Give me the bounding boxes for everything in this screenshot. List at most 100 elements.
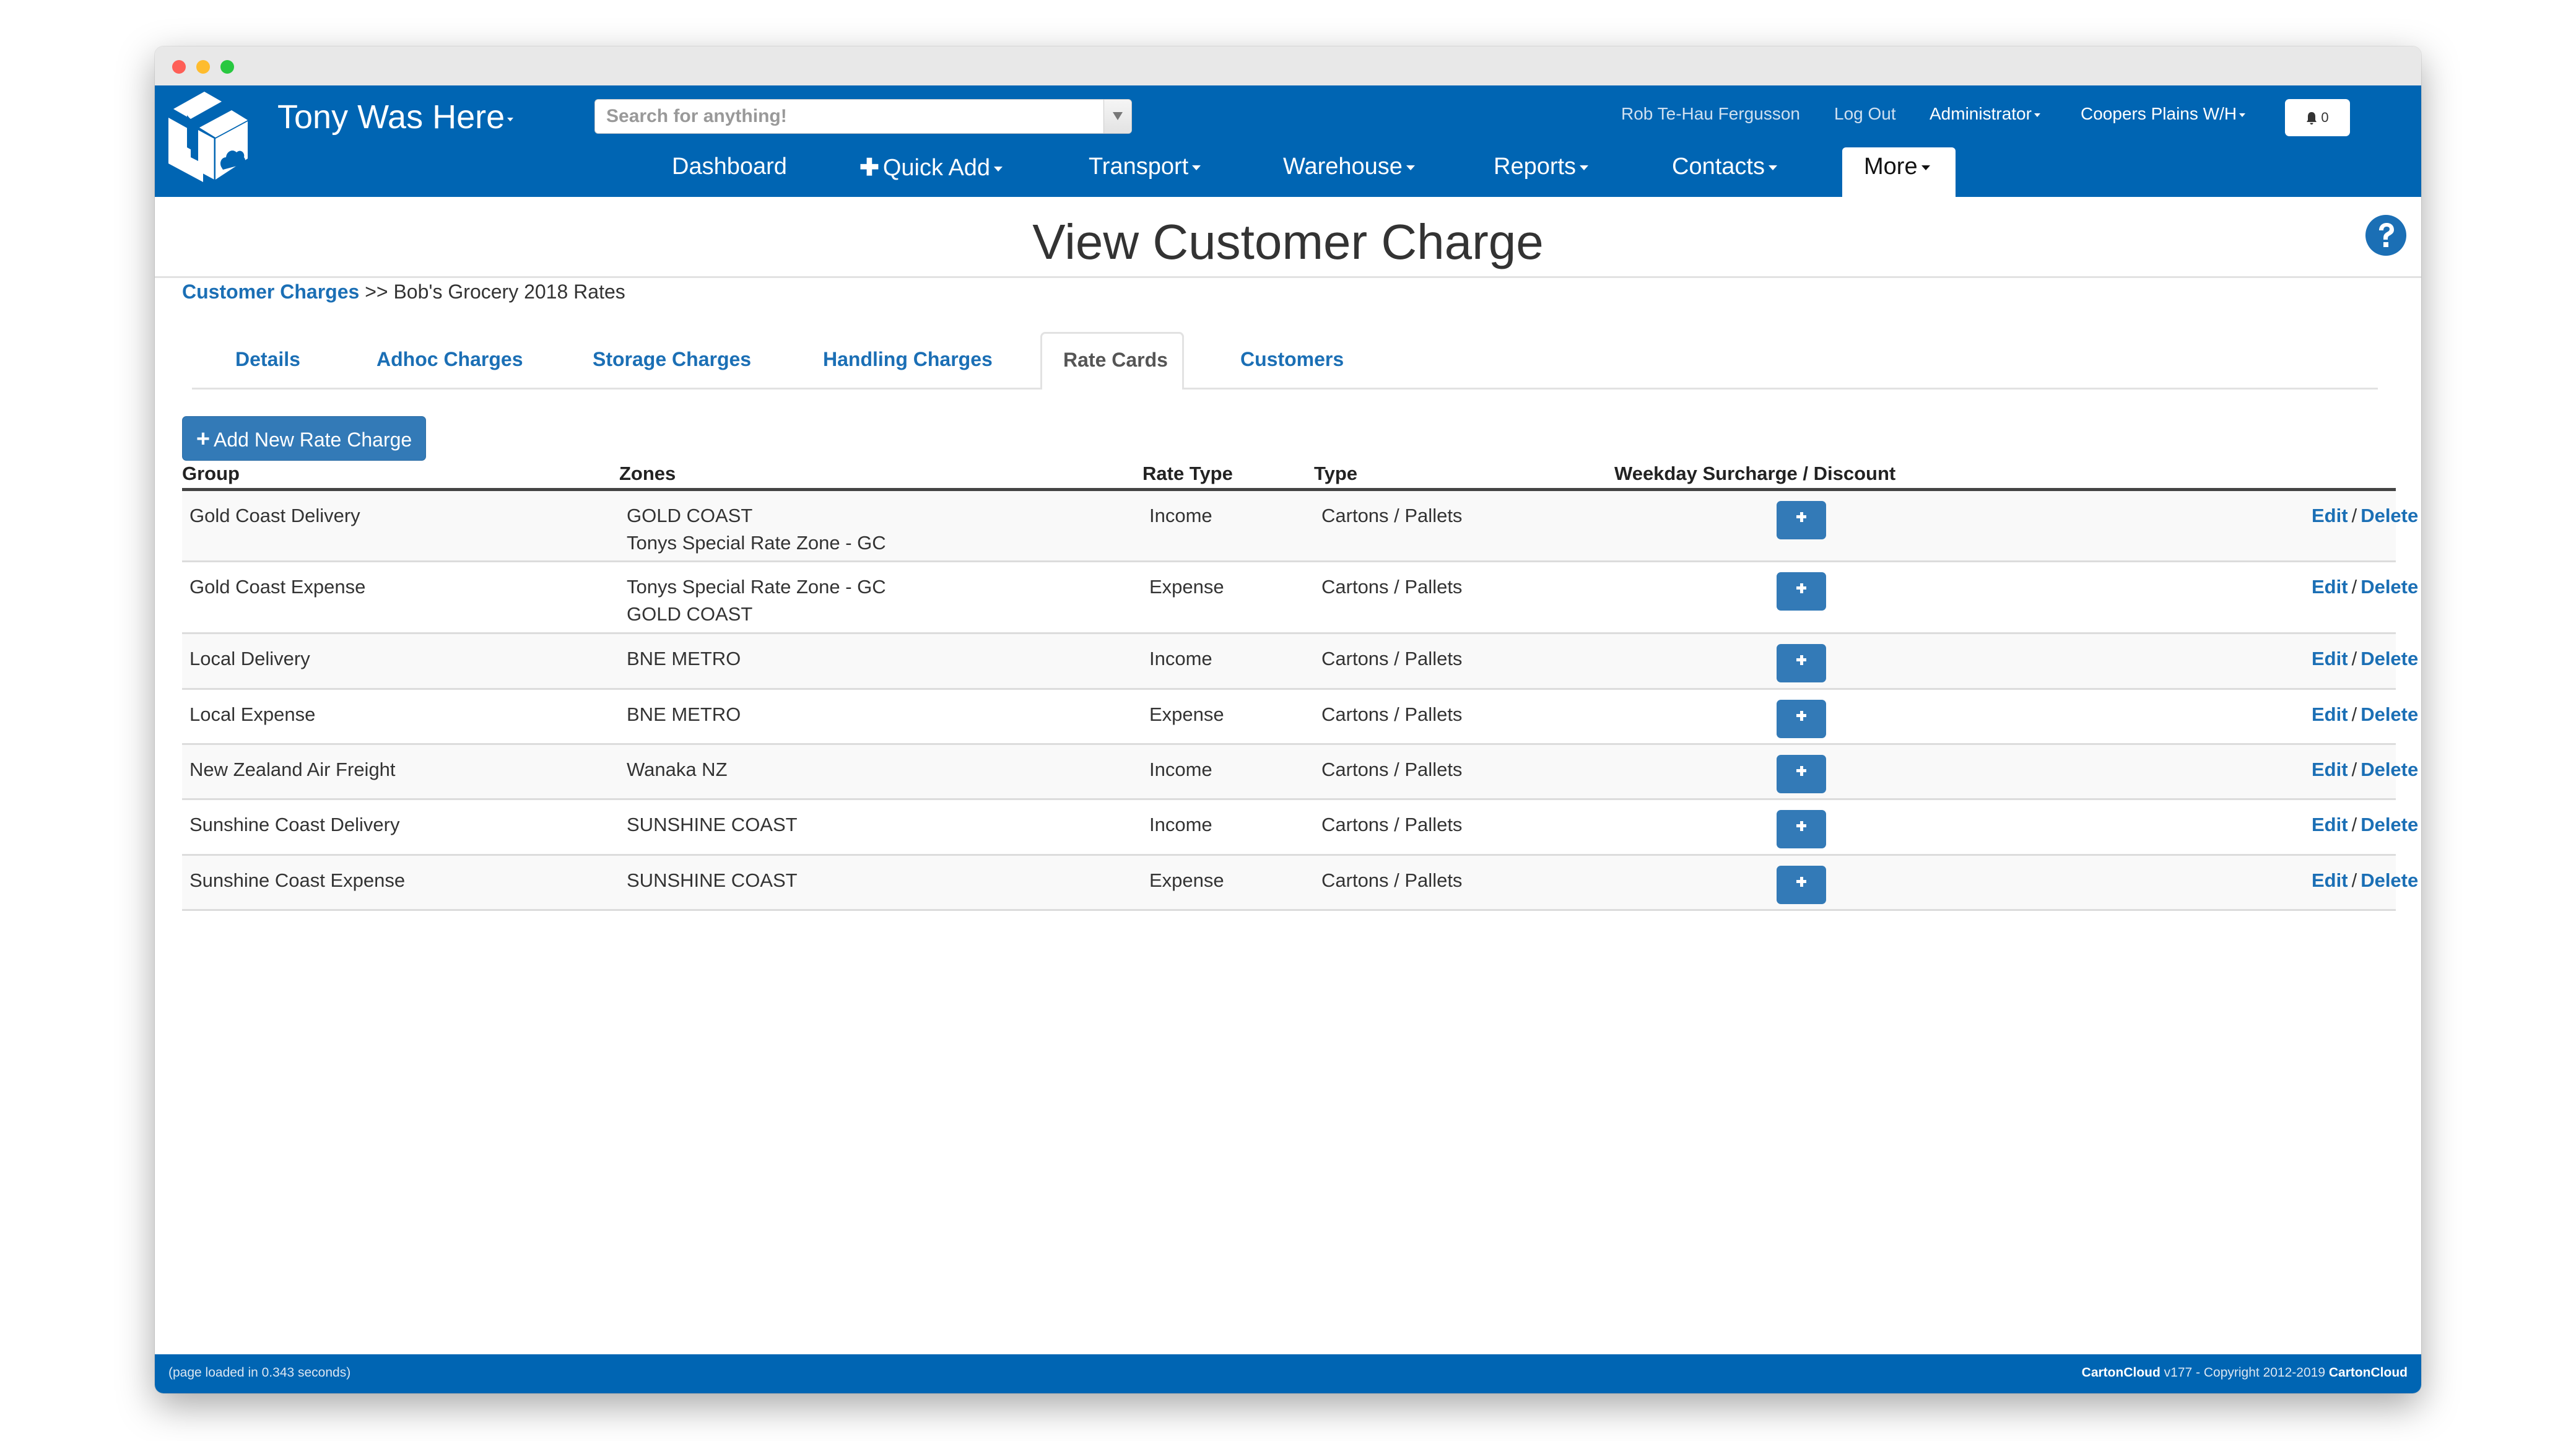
nav-label: Dashboard xyxy=(672,154,787,180)
delete-link[interactable]: Delete xyxy=(2361,648,2418,669)
chevron-down-icon xyxy=(1406,165,1415,170)
edit-link[interactable]: Edit xyxy=(2312,576,2348,598)
tab-rate-cards[interactable]: Rate Cards xyxy=(1040,332,1184,390)
table-row: Sunshine Coast Expense SUNSHINE COAST Expe… xyxy=(182,856,2418,911)
add-weekday-surcharge-button[interactable] xyxy=(1777,501,1826,539)
action-separator: / xyxy=(2351,814,2357,835)
company-switcher[interactable]: Tony Was Here xyxy=(277,98,514,136)
nav-dashboard[interactable]: Dashboard xyxy=(672,154,787,180)
cell-type: Cartons / Pallets xyxy=(1321,759,1463,780)
chevron-down-icon xyxy=(2239,113,2246,117)
minimize-window-button[interactable] xyxy=(196,60,210,74)
delete-link[interactable]: Delete xyxy=(2361,869,2418,891)
breadcrumb-separator: >> xyxy=(365,281,388,303)
warehouse-dropdown[interactable]: Coopers Plains W/H xyxy=(2081,104,2246,124)
nav-label: Reports xyxy=(1494,154,1577,180)
cell-group: Sunshine Coast Delivery xyxy=(189,814,400,835)
help-icon[interactable] xyxy=(2364,214,2408,257)
delete-link[interactable]: Delete xyxy=(2361,703,2418,725)
cell-group: New Zealand Air Freight xyxy=(189,759,396,780)
logout-link[interactable]: Log Out xyxy=(1834,104,1896,124)
table-row: New Zealand Air Freight Wanaka NZ Income Ca… xyxy=(182,745,2418,800)
cell-type: Cartons / Pallets xyxy=(1321,648,1463,669)
action-separator: / xyxy=(2351,576,2357,598)
tab-details[interactable]: Details xyxy=(235,348,300,371)
edit-link[interactable]: Edit xyxy=(2312,759,2348,780)
close-window-button[interactable] xyxy=(172,60,186,74)
nav-warehouse[interactable]: Warehouse xyxy=(1283,154,1415,180)
carton-cloud-box-icon[interactable] xyxy=(162,89,249,183)
chevron-down-icon xyxy=(1921,165,1930,170)
global-search[interactable] xyxy=(594,99,1132,134)
plus-icon: ✚ xyxy=(859,155,879,181)
chevron-down-icon xyxy=(994,166,1003,172)
cell-zones: Tonys Special Rate Zone - GC GOLD COAST xyxy=(627,573,886,628)
cell-rate-type: Expense xyxy=(1149,703,1224,725)
footer-brand: CartonCloud xyxy=(2328,1365,2408,1380)
edit-link[interactable]: Edit xyxy=(2312,505,2348,526)
delete-link[interactable]: Delete xyxy=(2361,505,2418,526)
column-header-zones: Zones xyxy=(619,463,676,484)
add-weekday-surcharge-button[interactable] xyxy=(1777,644,1826,682)
zone-name: BNE METRO xyxy=(627,648,741,669)
tab-handling-charges[interactable]: Handling Charges xyxy=(823,348,993,371)
user-name-link[interactable]: Rob Te-Hau Fergusson xyxy=(1621,104,1800,124)
page-title: View Customer Charge xyxy=(1032,214,1544,269)
delete-link[interactable]: Delete xyxy=(2361,814,2418,835)
edit-link[interactable]: Edit xyxy=(2312,703,2348,725)
zone-name: Tonys Special Rate Zone - GC xyxy=(627,532,886,554)
chevron-down-icon xyxy=(507,117,514,121)
title-divider xyxy=(155,276,2421,278)
cell-group: Gold Coast Expense xyxy=(189,576,366,598)
nav-transport[interactable]: Transport xyxy=(1089,154,1201,180)
action-separator: / xyxy=(2351,759,2357,780)
maximize-window-button[interactable] xyxy=(220,60,234,74)
tab-storage-charges[interactable]: Storage Charges xyxy=(593,348,751,371)
breadcrumb-current: Bob's Grocery 2018 Rates xyxy=(393,281,625,303)
edit-link[interactable]: Edit xyxy=(2312,814,2348,835)
search-dropdown-toggle[interactable] xyxy=(1103,100,1131,133)
table-row: Gold Coast Delivery GOLD COAST Tonys Speci… xyxy=(182,491,2418,562)
nav-quick-add[interactable]: ✚ Quick Add xyxy=(859,154,1003,181)
nav-label: More xyxy=(1864,154,1930,180)
tab-adhoc-charges[interactable]: Adhoc Charges xyxy=(376,348,523,371)
footer-version: v177 - Copyright 2012-2019 xyxy=(2164,1365,2325,1380)
chevron-down-icon xyxy=(2034,113,2040,117)
add-weekday-surcharge-button[interactable] xyxy=(1777,866,1826,904)
nav-more[interactable]: More xyxy=(1842,147,1956,197)
cell-group: Sunshine Coast Expense xyxy=(189,869,406,891)
row-actions: Edit / Delete xyxy=(2312,573,2418,601)
add-weekday-surcharge-button[interactable] xyxy=(1777,810,1826,848)
add-new-rate-charge-button[interactable]: + Add New Rate Charge xyxy=(182,416,426,461)
tabs-baseline xyxy=(192,388,2378,390)
nav-reports[interactable]: Reports xyxy=(1494,154,1589,180)
cell-zones: SUNSHINE COAST xyxy=(627,811,798,838)
company-name: Tony Was Here xyxy=(277,98,505,136)
chevron-down-icon xyxy=(1192,165,1201,170)
cell-zones: BNE METRO xyxy=(627,645,741,673)
search-input[interactable] xyxy=(595,100,1084,133)
notifications-button[interactable]: 0 xyxy=(2285,99,2350,136)
role-dropdown[interactable]: Administrator xyxy=(1930,104,2040,124)
cell-type: Cartons / Pallets xyxy=(1321,869,1463,891)
delete-link[interactable]: Delete xyxy=(2361,576,2418,598)
zone-name: SUNSHINE COAST xyxy=(627,814,798,835)
breadcrumb-link-customer-charges[interactable]: Customer Charges xyxy=(182,281,359,303)
plus-icon: + xyxy=(196,426,211,452)
notification-count: 0 xyxy=(2321,110,2329,125)
column-header-type: Type xyxy=(1314,463,1358,484)
tab-customers[interactable]: Customers xyxy=(1240,348,1344,371)
add-weekday-surcharge-button[interactable] xyxy=(1777,755,1826,793)
delete-link[interactable]: Delete xyxy=(2361,759,2418,780)
edit-link[interactable]: Edit xyxy=(2312,869,2348,891)
cell-zones: SUNSHINE COAST xyxy=(627,867,798,894)
copyright: CartonCloud v177 - Copyright 2012-2019 C… xyxy=(2082,1365,2408,1380)
breadcrumb: Customer Charges >> Bob's Grocery 2018 R… xyxy=(182,281,625,303)
add-weekday-surcharge-button[interactable] xyxy=(1777,700,1826,738)
nav-label: Warehouse xyxy=(1283,154,1403,180)
nav-contacts[interactable]: Contacts xyxy=(1672,154,1777,180)
cell-rate-type: Expense xyxy=(1149,576,1224,598)
add-weekday-surcharge-button[interactable] xyxy=(1777,572,1826,611)
action-separator: / xyxy=(2351,703,2357,725)
edit-link[interactable]: Edit xyxy=(2312,648,2348,669)
